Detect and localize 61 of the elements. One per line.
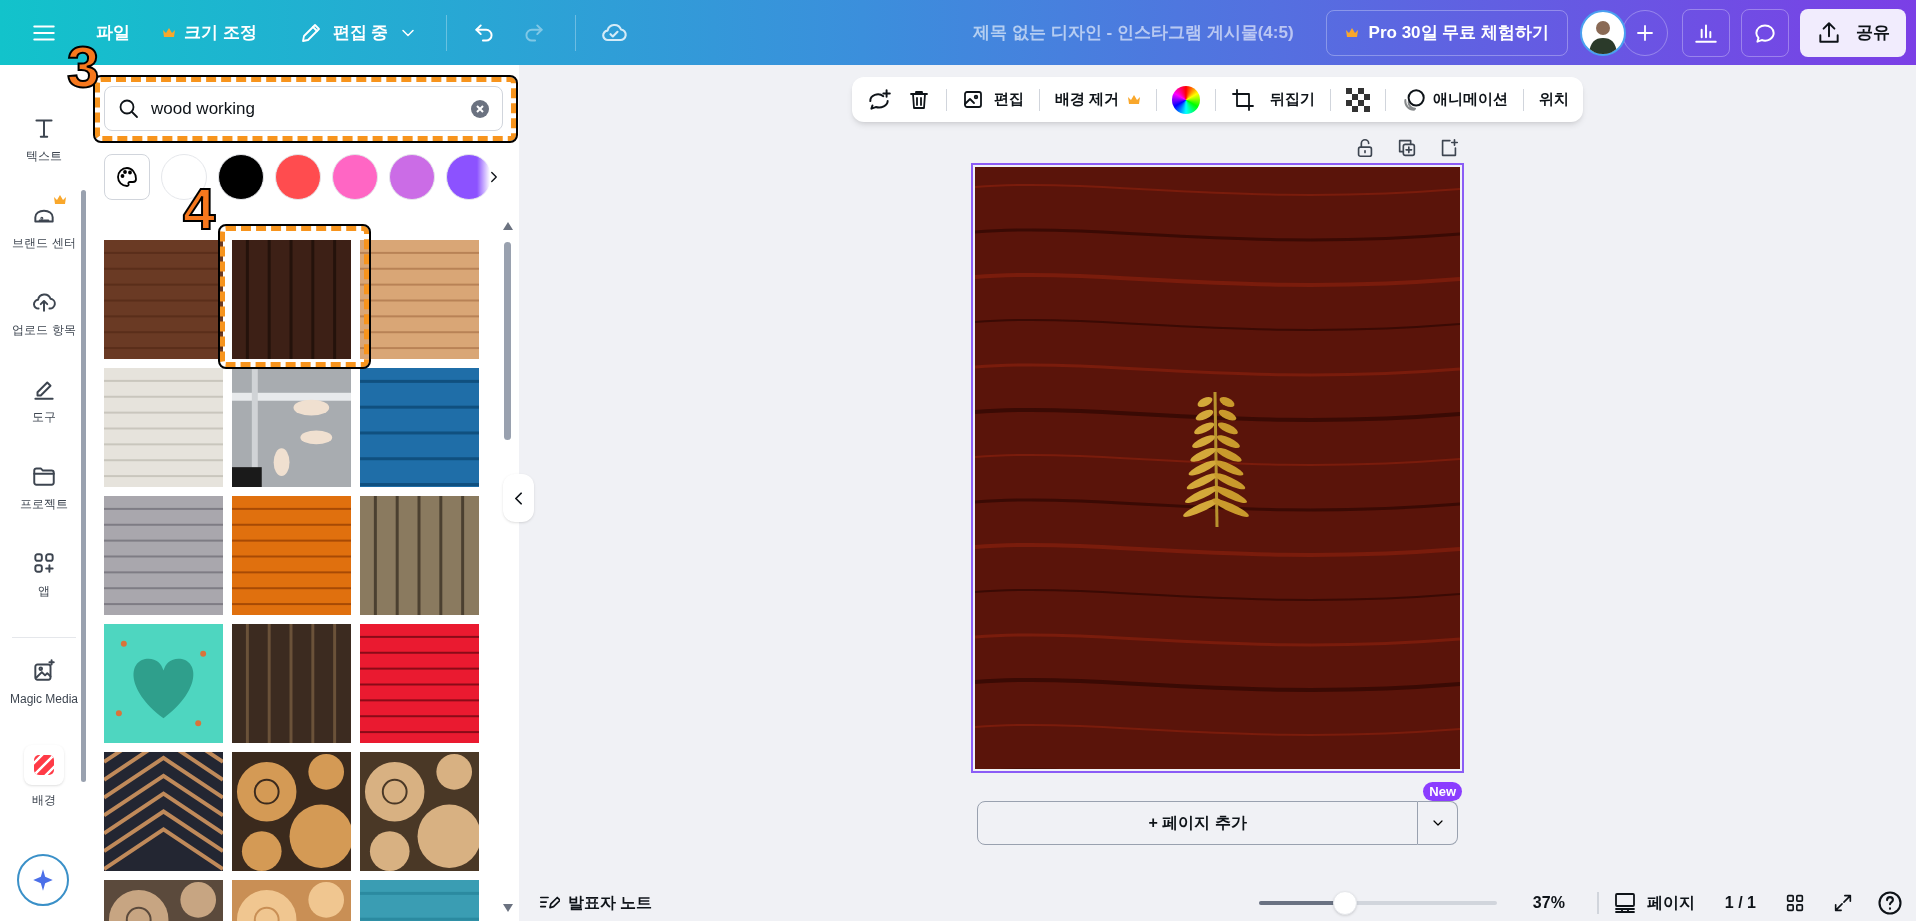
edit-image-button[interactable]: 편집: [961, 87, 1024, 112]
flip-button[interactable]: 뒤집기: [1270, 88, 1316, 111]
palette-icon: [115, 165, 139, 189]
duplicate-icon: [1396, 137, 1418, 159]
transparency-button[interactable]: [1346, 87, 1371, 112]
sidebar-item[interactable]: 앱: [31, 540, 57, 627]
scroll-down-icon[interactable]: [503, 904, 513, 912]
pages-button[interactable]: 페이지: [1612, 890, 1695, 915]
sidebar-item[interactable]: Magic Media: [10, 648, 78, 735]
color-swatch[interactable]: [332, 154, 378, 200]
crown-icon: [1344, 26, 1359, 39]
search-bar[interactable]: wood working: [104, 86, 503, 131]
presenter-notes-button[interactable]: 발표자 노트: [538, 890, 653, 915]
crop-icon: [1231, 87, 1256, 112]
sidebar-item[interactable]: 브랜드 센터: [12, 192, 76, 279]
avatar[interactable]: [1580, 9, 1626, 56]
palette-button[interactable]: [104, 154, 150, 200]
step-number: 4: [183, 180, 216, 238]
color-swatch[interactable]: [446, 154, 492, 200]
remove-background-button[interactable]: 배경 제거: [1054, 88, 1142, 111]
color-swatch[interactable]: [218, 154, 264, 200]
pages-icon: [1612, 890, 1637, 915]
crop-button[interactable]: [1231, 87, 1256, 112]
magic-button[interactable]: [17, 854, 69, 906]
color-button[interactable]: [1172, 85, 1201, 114]
crown-icon: [162, 26, 176, 39]
upload-icon: [1816, 19, 1842, 46]
color-swatch[interactable]: [275, 154, 321, 200]
comments-button[interactable]: [1741, 8, 1789, 57]
color-swatch[interactable]: [389, 154, 435, 200]
chevron-left-icon: [515, 491, 522, 505]
sidebar-item[interactable]: 도구: [31, 366, 57, 453]
scroll-up-icon[interactable]: [503, 222, 513, 230]
scrollbar[interactable]: [81, 190, 86, 782]
apps-icon: [31, 550, 57, 576]
animate-button[interactable]: 애니메이션: [1401, 86, 1509, 113]
sidebar-item[interactable]: 업로드 항목: [12, 279, 76, 366]
crown-icon: [1127, 93, 1142, 106]
search-input[interactable]: wood working: [151, 95, 460, 122]
add-page-button[interactable]: + 페이지 추가: [977, 801, 1418, 845]
clear-icon[interactable]: [470, 98, 490, 119]
scrollbar-thumb[interactable]: [504, 242, 511, 440]
image-sparkle-icon: [31, 658, 57, 684]
zoom-slider[interactable]: [1258, 890, 1497, 915]
position-button[interactable]: 위치: [1539, 88, 1570, 111]
share-button[interactable]: 공유: [1800, 8, 1906, 57]
sidebar-item[interactable]: 텍스트: [26, 105, 62, 192]
duplicate-page-button[interactable]: [1396, 137, 1418, 159]
checkerboard-icon: [1346, 87, 1371, 112]
sidebar-item[interactable]: 배경: [24, 735, 64, 822]
sidebar-item[interactable]: 프로젝트: [20, 453, 68, 540]
new-badge: New: [1423, 782, 1462, 801]
help-button[interactable]: [1876, 888, 1904, 917]
help-icon: [1876, 888, 1904, 917]
pro-trial-button[interactable]: Pro 30일 무료 체험하기: [1325, 9, 1568, 56]
page-counter: 1 / 1: [1724, 892, 1756, 913]
zoom-percentage[interactable]: 37%: [1532, 890, 1565, 915]
animation-icon: [1401, 86, 1428, 113]
insights-button[interactable]: [1682, 8, 1730, 57]
background-app-icon: [24, 745, 64, 785]
crown-icon: [53, 194, 67, 206]
